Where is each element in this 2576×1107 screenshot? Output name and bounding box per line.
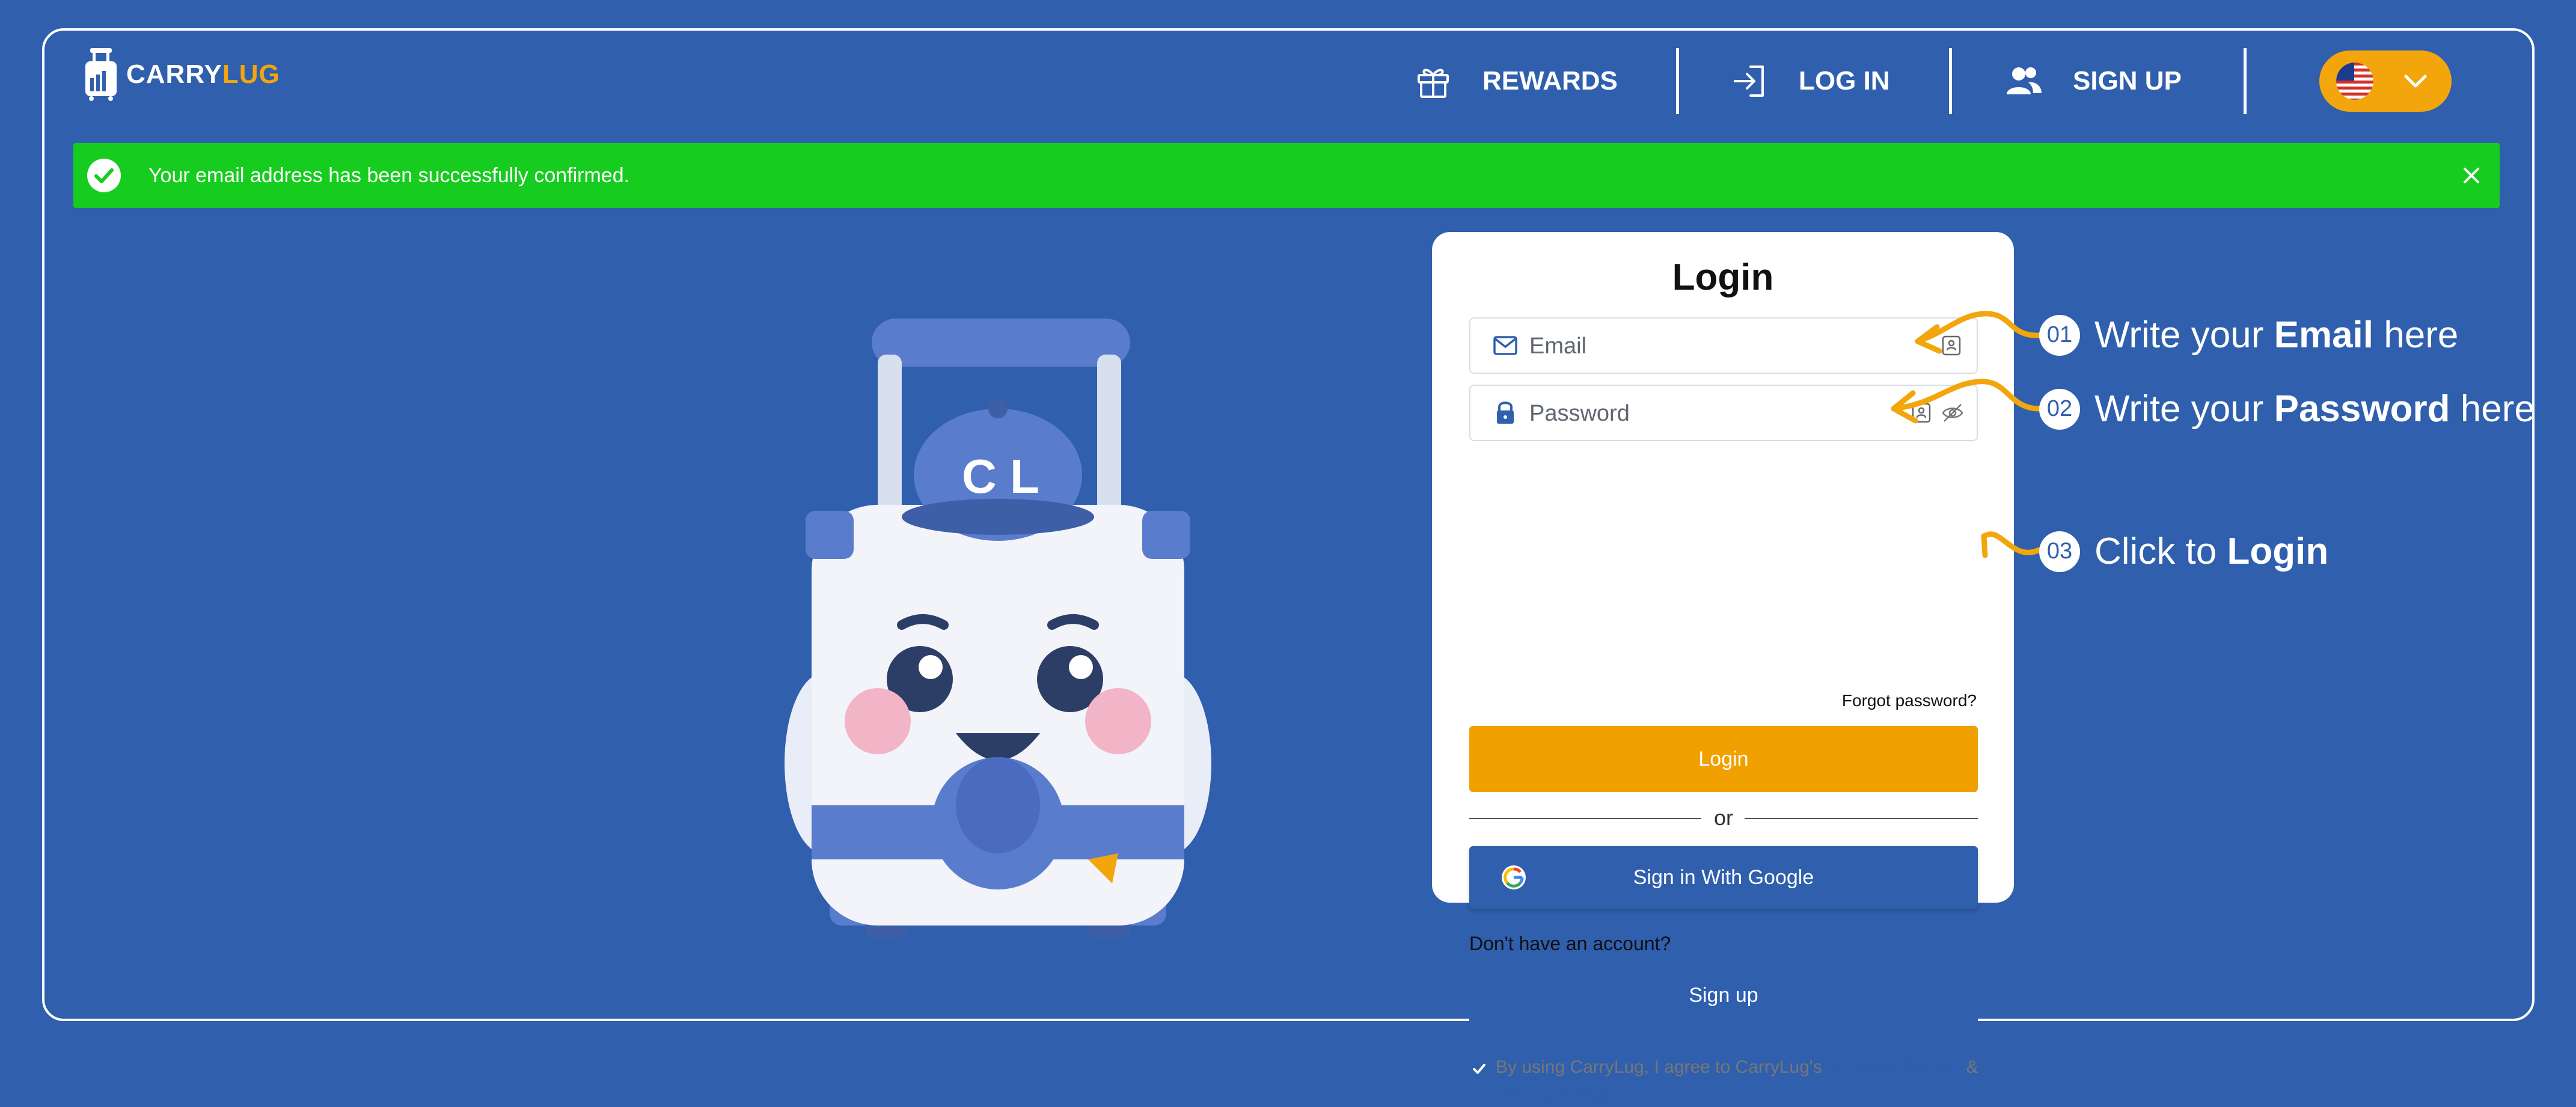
forgot-password-link[interactable]: Forgot password? [1842,691,1977,710]
or-separator: or [1469,803,1978,833]
chevron-down-icon [2404,75,2427,88]
annotation-step-3: 03 Click to Login [2039,530,2328,573]
terms-checkbox[interactable] [1469,1059,1488,1078]
privacy-policy-link[interactable]: Privacy Policy [1496,1084,1608,1103]
google-signin-button[interactable]: Sign in With Google [1469,846,1978,909]
login-title: Login [1672,257,1774,298]
brand-name: CARRYLUG [126,59,280,89]
annotation-step-2: 02 Write your Password here [2039,388,2535,430]
terms-amp: & [1961,1057,1978,1077]
suitcase-mascot-illustration: C L [785,319,1211,938]
close-icon[interactable] [2461,165,2482,186]
nav-login[interactable]: LOG IN [1730,48,1890,114]
nav-divider [2244,48,2247,114]
luggage-logo-icon [85,48,117,101]
lock-icon [1497,401,1514,424]
check-circle-icon [87,159,121,192]
eye-off-icon[interactable] [1941,401,1965,425]
nav-rewards-label: REWARDS [1482,66,1618,96]
terms-prefix: By using CarryLug, I agree to CarryLug's [1496,1057,1827,1077]
login-card: Login Forgot password? [1432,232,2014,1103]
nav-signup[interactable]: SIGN UP [2004,48,2182,114]
google-icon [1502,865,1526,889]
brand-logo[interactable]: CARRYLUG [84,48,280,101]
terms-of-service-link[interactable]: Terms of Service [1827,1057,1961,1077]
autofill-key-icon[interactable] [1909,401,1933,425]
no-account-text: Don't have an account? [1469,933,1671,954]
nav-rewards[interactable]: REWARDS [1414,48,1618,114]
step-number-badge: 01 [2039,314,2080,356]
google-button-label: Sign in With Google [1633,865,1814,889]
nav-divider [1676,48,1679,114]
password-input[interactable] [1528,386,1867,441]
nav-login-label: LOG IN [1799,66,1890,96]
login-icon [1734,66,1764,97]
nav-divider [1949,48,1952,114]
us-flag-icon [2336,63,2373,100]
gift-icon [1418,69,1449,98]
svg-text:C: C [962,450,997,503]
annotation-step-1: 01 Write your Email here [2039,314,2458,356]
email-input[interactable] [1528,319,1867,374]
language-selector[interactable] [2319,50,2452,112]
or-label: or [1713,805,1733,830]
nav-signup-label: SIGN UP [2073,66,2182,96]
email-field[interactable] [1469,317,1978,374]
autofill-key-icon[interactable] [1939,334,1963,358]
signup-button[interactable]: Sign up [1469,964,1978,1026]
svg-text:L: L [1010,450,1039,503]
password-field[interactable] [1469,385,1978,441]
mail-icon [1493,336,1517,355]
step-number-badge: 03 [2039,531,2080,572]
users-icon [2007,67,2042,94]
success-alert: Your email address has been successfully… [73,143,2500,208]
step-number-badge: 02 [2039,388,2080,430]
alert-message: Your email address has been successfully… [148,163,630,187]
login-button[interactable]: Login [1469,726,1978,792]
